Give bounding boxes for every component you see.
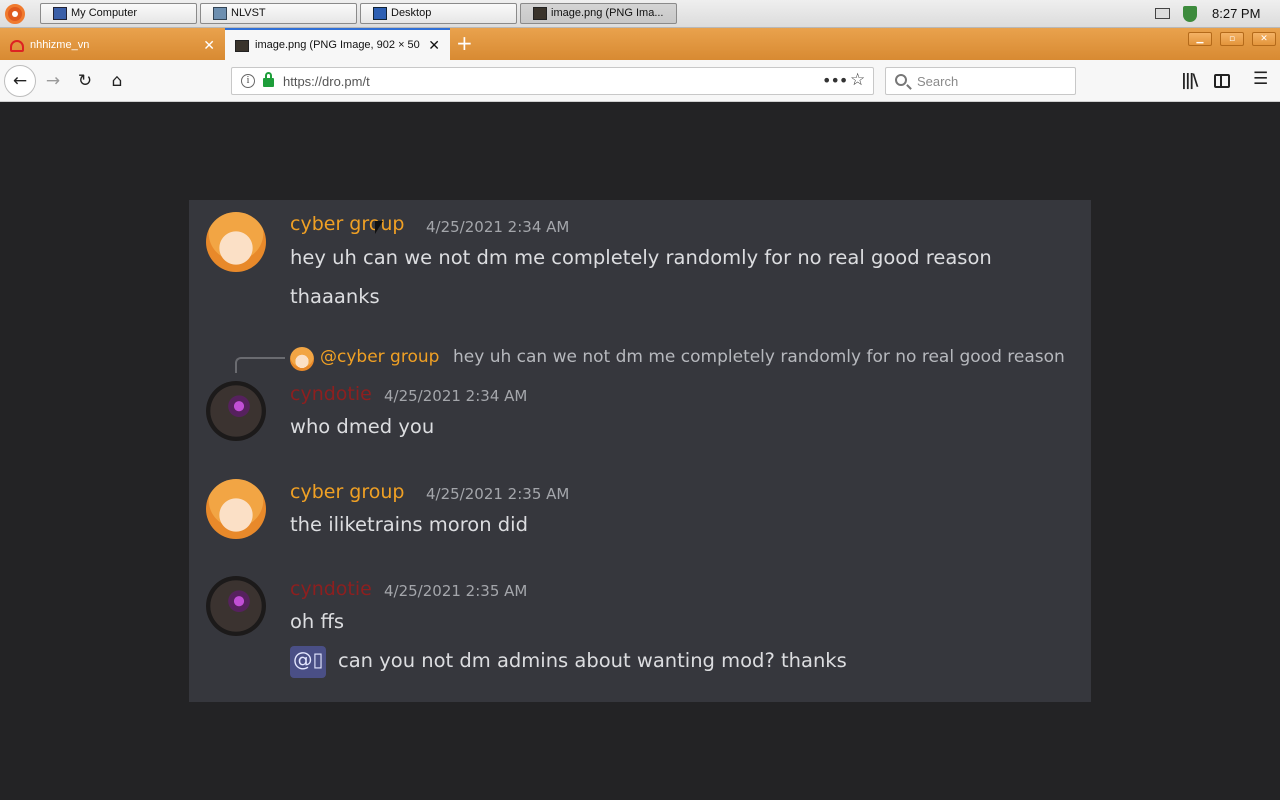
computer-icon [53, 7, 67, 20]
maximize-icon[interactable]: ▫ [1220, 32, 1244, 46]
reply-username[interactable]: @cyber group [320, 347, 439, 367]
timestamp: 4/25/2021 2:34 AM [384, 387, 528, 405]
taskbar-button-image[interactable]: image.png (PNG Ima... [520, 3, 677, 24]
username[interactable]: cyber group [290, 213, 404, 235]
tab-image[interactable]: image.png (PNG Image, 902 × 50 ✕ [225, 28, 450, 60]
address-bar[interactable]: i https://dro.pm/t ••• ☆ [231, 67, 874, 95]
username[interactable]: cyndotie [290, 578, 372, 600]
close-icon[interactable]: ✕ [428, 37, 440, 54]
taskbar-button-label: Desktop [391, 7, 432, 19]
reply-text[interactable]: hey uh can we not dm me completely rando… [453, 347, 1065, 367]
lock-icon[interactable] [263, 72, 274, 87]
reload-button[interactable]: ↻ [70, 66, 100, 96]
search-placeholder: Search [917, 74, 959, 89]
message-text: can you not dm admins about wanting mod?… [338, 649, 847, 672]
back-button[interactable]: ← [4, 65, 36, 97]
os-taskbar: My Computer NLVST Desktop image.png (PNG… [0, 0, 1280, 28]
url-text[interactable]: https://dro.pm/t [283, 74, 370, 89]
hamburger-menu-icon[interactable]: ☰ [1253, 69, 1268, 89]
home-button[interactable]: ⌂ [102, 66, 132, 96]
timestamp: 4/25/2021 2:34 AM [426, 218, 570, 236]
message-text: oh ffs [290, 610, 345, 633]
mouse-cursor-icon [375, 221, 383, 234]
bookmark-star-icon[interactable]: ☆ [850, 70, 865, 90]
taskbar-button-label: NLVST [231, 7, 266, 19]
tab-nhhizme[interactable]: nhhizme_vn ✕ [0, 30, 225, 60]
sidebar-icon[interactable] [1214, 74, 1230, 88]
image-icon [533, 7, 547, 20]
nlvst-icon [213, 7, 227, 20]
timestamp: 4/25/2021 2:35 AM [426, 485, 570, 503]
avatar[interactable] [206, 381, 266, 441]
username[interactable]: cyber group [290, 481, 404, 503]
window-close-icon[interactable]: ✕ [1252, 32, 1276, 46]
avatar[interactable] [206, 212, 266, 272]
message-text: thaaanks [290, 285, 380, 308]
reply-avatar [290, 347, 314, 371]
image-icon [235, 40, 249, 52]
taskbar-button-my-computer[interactable]: My Computer [40, 3, 197, 24]
taskbar-button-label: My Computer [71, 7, 138, 19]
os-menu-logo-icon[interactable] [5, 4, 25, 24]
taskbar-button-label: image.png (PNG Ima... [551, 7, 664, 19]
reply-connector [235, 357, 285, 373]
username[interactable]: cyndotie [290, 383, 372, 405]
avatar[interactable] [206, 576, 266, 636]
clock[interactable]: 8:27 PM [1212, 6, 1260, 21]
browser-tab-strip: nhhizme_vn ✕ image.png (PNG Image, 902 ×… [0, 28, 1280, 60]
chat-image: cyber group 4/25/2021 2:34 AM hey uh can… [189, 200, 1091, 702]
tab-label: image.png (PNG Image, 902 × 50 [255, 39, 420, 51]
message-text: hey uh can we not dm me completely rando… [290, 246, 992, 269]
close-icon[interactable]: ✕ [203, 37, 215, 54]
user-mention[interactable]: @▯ [290, 646, 327, 678]
search-icon [895, 74, 907, 86]
new-tab-icon[interactable]: + [456, 31, 473, 55]
message-text: who dmed you [290, 415, 435, 438]
message-text: the iliketrains moron did [290, 513, 528, 536]
minimize-icon[interactable]: ▁ [1188, 32, 1212, 46]
forward-button[interactable]: → [38, 66, 68, 96]
avatar[interactable] [206, 479, 266, 539]
search-input[interactable]: Search [885, 67, 1076, 95]
taskbar-button-desktop[interactable]: Desktop [360, 3, 517, 24]
timestamp: 4/25/2021 2:35 AM [384, 582, 528, 600]
desktop-icon [373, 7, 387, 20]
shield-icon[interactable] [1183, 6, 1197, 22]
page-actions-icon[interactable]: ••• [822, 71, 848, 90]
taskbar-button-nlvst[interactable]: NLVST [200, 3, 357, 24]
info-icon[interactable]: i [241, 74, 255, 88]
cloud-icon [10, 40, 24, 52]
tab-label: nhhizme_vn [30, 39, 90, 51]
library-icon[interactable]: |||\ [1181, 70, 1198, 89]
keyboard-icon[interactable] [1155, 8, 1170, 19]
